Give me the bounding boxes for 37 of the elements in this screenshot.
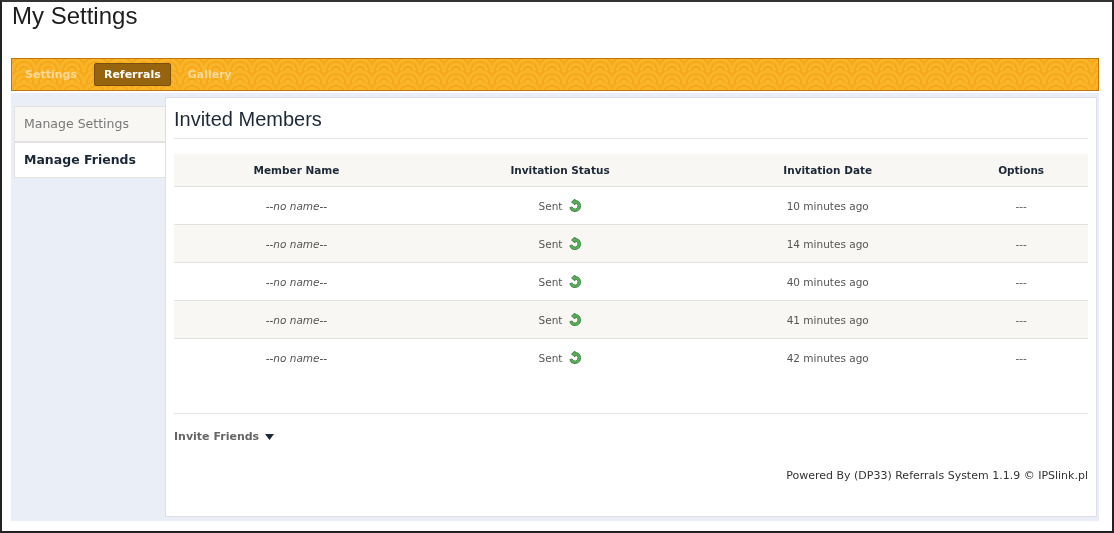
table-cell: --no name-- [174,338,419,376]
table-cell: --- [954,262,1088,301]
status-text: Sent [538,313,563,326]
table-cell: 10 minutes ago [701,186,955,225]
sidebar-item[interactable]: Manage Friends [14,142,165,178]
resend-icon [567,274,582,289]
table-cell: 14 minutes ago [701,224,955,263]
caret-icon [265,433,275,440]
status-text: Sent [538,199,563,212]
resend-icon [567,198,582,213]
resend-icon [567,312,582,327]
table-cell: 41 minutes ago [701,300,955,339]
table-cell: --no name-- [174,186,419,225]
page-title: My Settings [11,2,139,31]
table-cell: --- [954,224,1088,263]
column-header: Options [954,154,1088,187]
table-cell: --no name-- [174,224,419,263]
section-title: Invited Members [174,98,1088,139]
column-header: Invitation Date [701,154,955,187]
resend-icon [567,236,582,251]
tab[interactable]: Referrals [93,63,171,86]
status-text: Sent [538,275,563,288]
table-cell: --- [954,186,1088,225]
invite-friends-menu[interactable]: Invite Friends [174,430,275,443]
table-cell: 40 minutes ago [701,262,955,301]
table-cell: --no name-- [174,300,419,339]
column-header: Member Name [174,154,419,187]
table-cell: 42 minutes ago [701,338,955,376]
status-text: Sent [538,237,563,250]
table-cell: --- [954,300,1088,339]
footer-credit: Powered By (DP33) Referrals System 1.1.9 © IPSlink.pl [785,469,1088,482]
table-cell: --no name-- [174,262,419,301]
table-cell: --- [954,338,1088,376]
column-header: Invitation Status [418,154,702,187]
resend-icon [567,350,582,365]
status-text: Sent [538,351,563,364]
sidebar-item[interactable]: Manage Settings [14,106,165,142]
